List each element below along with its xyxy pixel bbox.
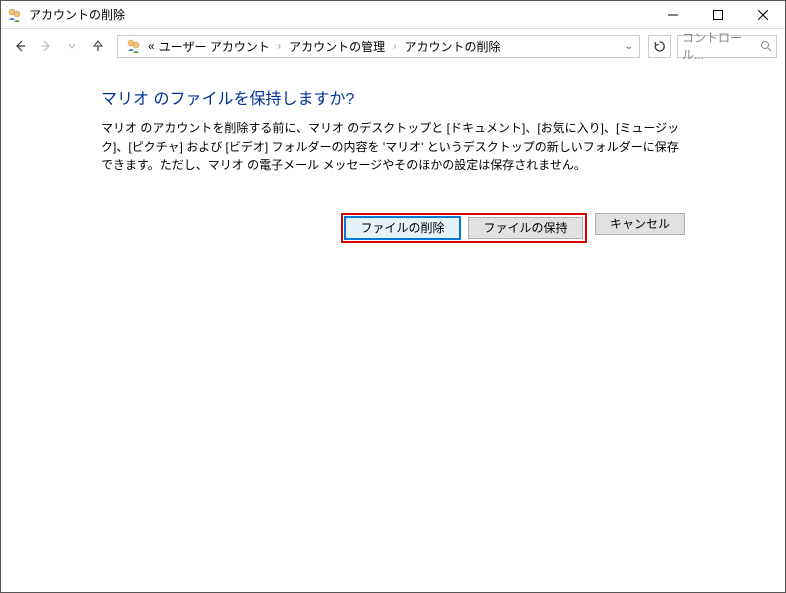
user-accounts-icon — [126, 38, 142, 54]
minimize-button[interactable] — [650, 1, 695, 28]
page-heading: マリオ のファイルを保持しますか? — [101, 85, 685, 109]
action-bar: ファイルの削除 ファイルの保持 キャンセル — [1, 213, 785, 243]
keep-files-button[interactable]: ファイルの保持 — [468, 217, 583, 239]
delete-files-button[interactable]: ファイルの削除 — [345, 217, 460, 239]
breadcrumb-prefix: « — [146, 39, 157, 53]
close-button[interactable] — [740, 1, 785, 28]
breadcrumb-item[interactable]: ユーザー アカウント — [157, 38, 272, 55]
chevron-right-icon: › — [387, 41, 402, 52]
user-accounts-icon — [7, 7, 23, 23]
toolbar: « ユーザー アカウント › アカウントの管理 › アカウントの削除 ⌄ コント… — [1, 29, 785, 63]
cancel-button[interactable]: キャンセル — [595, 213, 685, 235]
content-area: マリオ のファイルを保持しますか? マリオ のアカウントを削除する前に、マリオ … — [1, 63, 785, 175]
titlebar: アカウントの削除 — [1, 1, 785, 29]
description-text: マリオ のアカウントを削除する前に、マリオ のデスクトップと [ドキュメント]、… — [101, 119, 685, 175]
breadcrumb-item[interactable]: アカウントの管理 — [287, 38, 387, 55]
chevron-down-icon[interactable]: ⌄ — [625, 41, 635, 52]
chevron-right-icon: › — [272, 41, 287, 52]
search-icon — [760, 40, 772, 52]
window-controls — [650, 1, 785, 28]
maximize-button[interactable] — [695, 1, 740, 28]
back-button[interactable] — [9, 35, 31, 57]
search-input[interactable]: コントロール... — [677, 35, 777, 58]
refresh-button[interactable] — [648, 35, 671, 58]
highlighted-group: ファイルの削除 ファイルの保持 — [341, 213, 587, 243]
forward-button[interactable] — [35, 35, 57, 57]
recent-locations-button[interactable] — [61, 35, 83, 57]
breadcrumb[interactable]: « ユーザー アカウント › アカウントの管理 › アカウントの削除 ⌄ — [117, 35, 640, 58]
breadcrumb-item[interactable]: アカウントの削除 — [403, 38, 503, 55]
up-button[interactable] — [87, 35, 109, 57]
search-placeholder: コントロール... — [682, 29, 760, 63]
window-title: アカウントの削除 — [29, 6, 650, 23]
